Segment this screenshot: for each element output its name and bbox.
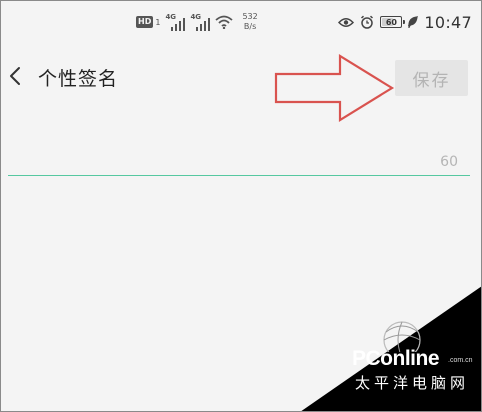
watermark-brand: PConline [352,347,440,370]
watermark-domain: .com.cn [448,357,473,364]
watermark-chinese: 太平洋电脑网 [355,374,470,392]
